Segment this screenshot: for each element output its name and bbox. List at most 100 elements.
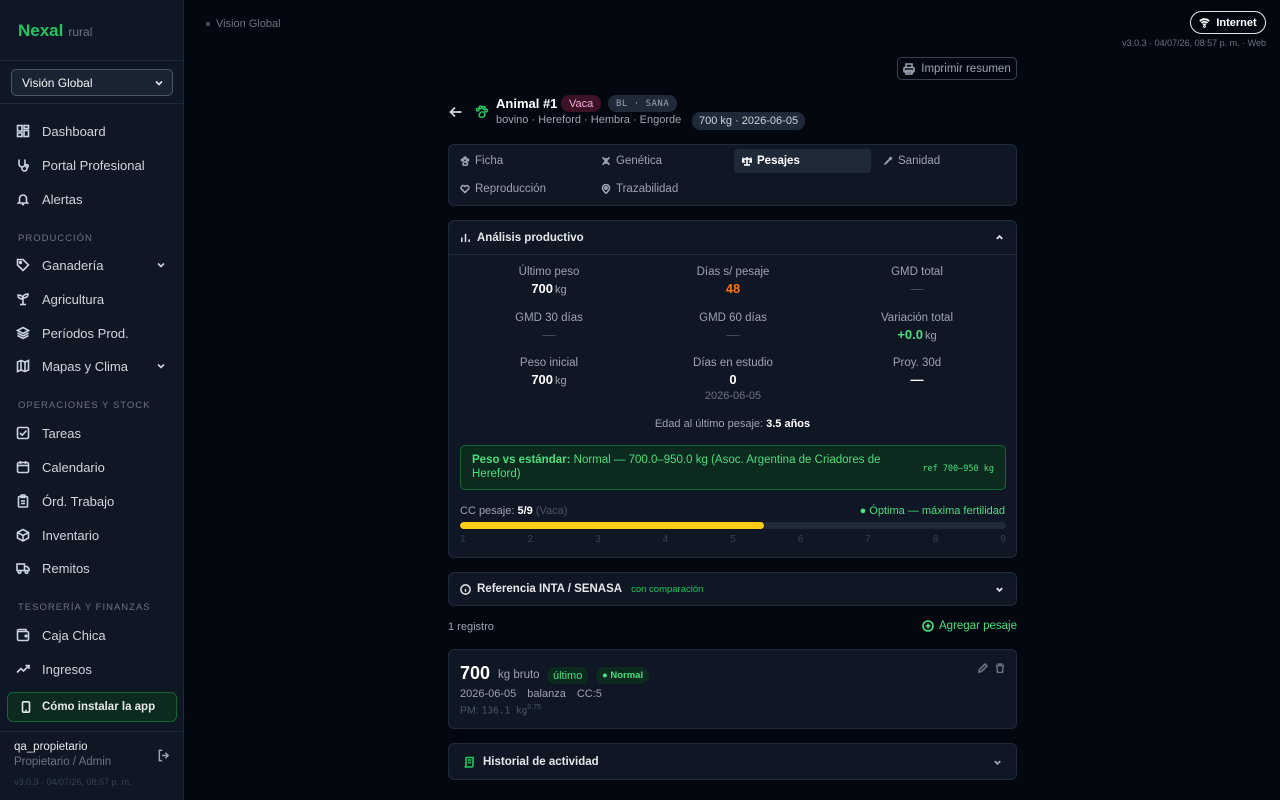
stat-label: GMD 30 días <box>515 312 583 324</box>
nav-label: Tareas <box>42 425 82 441</box>
trending-up-icon <box>16 664 30 674</box>
stethoscope-icon <box>18 159 30 172</box>
nav-mapas-clima[interactable]: Mapas y Clima <box>16 353 172 379</box>
syringe-icon <box>883 156 893 166</box>
nav-label: Dashboard <box>42 123 106 139</box>
sidebar-divider <box>0 103 184 104</box>
weight-standard-box: Peso vs estándar: Normal — 700.0–950.0 k… <box>460 445 1006 490</box>
reference-inta-senasa[interactable]: Referencia INTA / SENASA con comparación <box>448 572 1017 606</box>
nav-label: Calendario <box>42 459 105 475</box>
tab-ficha[interactable]: Ficha <box>452 149 589 173</box>
logout-button[interactable] <box>157 749 170 765</box>
stat-ultimo-peso: Último peso 700 kg <box>459 266 639 296</box>
stat-label: Último peso <box>518 266 580 278</box>
brand-logo[interactable]: Nexal rural <box>18 21 92 41</box>
chevron-up-icon <box>995 233 1004 245</box>
print-summary-button[interactable]: Imprimir resumen <box>897 57 1017 80</box>
tab-trazabilidad[interactable]: Trazabilidad <box>593 177 730 201</box>
cc-progress-fill <box>460 522 764 529</box>
stat-gmd-total: GMD total — <box>827 266 1007 296</box>
chevron-down-icon <box>155 80 163 86</box>
record-method: balanza <box>527 688 566 700</box>
tag-icon <box>16 258 30 272</box>
add-weighing-button[interactable]: Agregar pesaje <box>922 620 1017 632</box>
trash-icon <box>996 663 1004 674</box>
chevron-down-icon <box>993 758 1002 770</box>
weight-badge: 700 kg · 2026-06-05 <box>692 112 806 130</box>
nav-label: Agricultura <box>42 291 105 307</box>
stat-gmd-30: GMD 30 días — <box>459 312 639 342</box>
wifi-icon <box>1199 18 1211 28</box>
delete-record-button[interactable] <box>995 661 1005 676</box>
nav-periodos-prod[interactable]: Períodos Prod. <box>16 320 172 346</box>
breadcrumb-label: Vision Global <box>216 18 281 30</box>
stat-dias-estudio: Días en estudio 0 2026-06-05 <box>643 357 823 402</box>
weighing-record: 700 kg bruto último ● Normal 2026-06-05 … <box>448 649 1017 729</box>
stat-label: Peso inicial <box>519 357 579 369</box>
install-app-label: Cómo instalar la app <box>42 701 156 713</box>
weight-standard-label: Peso vs estándar: <box>472 454 571 466</box>
tag-badge: BL · SANA <box>608 95 678 112</box>
nav-ord-trabajo[interactable]: Órd. Trabajo <box>16 488 172 514</box>
stat-variacion-total: Variación total +0.0 kg <box>827 312 1007 342</box>
nav-label: Órd. Trabajo <box>42 493 115 509</box>
activity-history[interactable]: Historial de actividad <box>448 743 1017 780</box>
view-select[interactable]: Visión Global <box>11 69 173 96</box>
analysis-panel-header[interactable]: Análisis productivo <box>449 221 1016 255</box>
section-title-produccion: PRODUCCIÓN <box>18 233 93 244</box>
layers-icon <box>16 326 30 340</box>
stat-value: — <box>910 372 924 387</box>
nav-portal-profesional[interactable]: Portal Profesional <box>16 152 172 178</box>
map-icon <box>16 359 30 373</box>
sidebar-divider <box>0 731 184 732</box>
stat-value: +0.0 kg <box>827 327 1007 342</box>
tab-sanidad[interactable]: Sanidad <box>875 149 1012 173</box>
nav-tareas[interactable]: Tareas <box>16 420 172 446</box>
connection-status-button[interactable]: Internet <box>1190 11 1266 34</box>
nav-alertas[interactable]: Alertas <box>16 186 172 212</box>
history-title: Historial de actividad <box>483 755 599 768</box>
nav-remitos[interactable]: Remitos <box>16 555 172 581</box>
dna-icon <box>602 156 610 166</box>
info-icon <box>460 583 471 595</box>
tab-reproduccion[interactable]: Reproducción <box>452 177 589 201</box>
nav-ingresos[interactable]: Ingresos <box>16 656 172 682</box>
analysis-title: Análisis productivo <box>477 231 584 244</box>
user-name: qa_propietario <box>14 741 88 753</box>
stat-value: 48 <box>725 281 741 296</box>
records-count: 1 registro <box>448 621 494 633</box>
nav-ganaderia[interactable]: Ganadería <box>16 252 172 278</box>
animal-tabs: Ficha Genética Pesajes Sanidad Reproducc… <box>448 144 1017 206</box>
nav-agricultura[interactable]: Agricultura <box>16 286 172 312</box>
stat-value: 700 kg <box>459 281 639 296</box>
cc-progress-bar <box>460 522 1006 529</box>
cc-scale-ticks: 1 2 3 4 5 6 7 8 9 <box>460 534 1006 545</box>
nav-dashboard[interactable]: Dashboard <box>16 118 172 144</box>
cc-tick-4: 4 <box>662 534 669 545</box>
logout-icon <box>158 749 170 762</box>
pm-exponent: 0.75 <box>527 704 541 711</box>
tab-genetica[interactable]: Genética <box>593 149 730 173</box>
back-button[interactable] <box>449 105 463 122</box>
stat-value: — <box>910 281 924 296</box>
edit-record-button[interactable] <box>977 661 989 676</box>
nav-caja-chica[interactable]: Caja Chica <box>16 622 172 648</box>
stat-label: Días s/ pesaje <box>696 266 770 278</box>
tab-label: Genética <box>616 155 663 167</box>
arrow-left-icon <box>449 106 462 118</box>
animal-subtitle: bovino · Hereford · Hembra · Engorde <box>496 114 682 126</box>
install-app-button[interactable]: Cómo instalar la app <box>7 692 177 722</box>
add-weighing-label: Agregar pesaje <box>939 620 1017 632</box>
sidebar-version: v3.0.3 · 04/07/26, 08:57 p. m. <box>14 777 132 787</box>
cc-status: ● Óptima — máxima fertilidad <box>859 505 1005 517</box>
nav-calendario[interactable]: Calendario <box>16 454 172 480</box>
stat-peso-inicial: Peso inicial 700 kg <box>459 357 639 387</box>
tab-pesajes[interactable]: Pesajes <box>734 149 871 173</box>
nav-inventario[interactable]: Inventario <box>16 522 172 548</box>
nav-label: Caja Chica <box>42 627 106 643</box>
view-select-value: Visión Global <box>22 75 93 90</box>
animal-title: Animal #1 <box>496 96 558 111</box>
section-title-operaciones: OPERACIONES Y STOCK <box>18 400 151 411</box>
tab-label: Sanidad <box>898 155 941 167</box>
stat-number: +0.0 <box>897 327 924 342</box>
